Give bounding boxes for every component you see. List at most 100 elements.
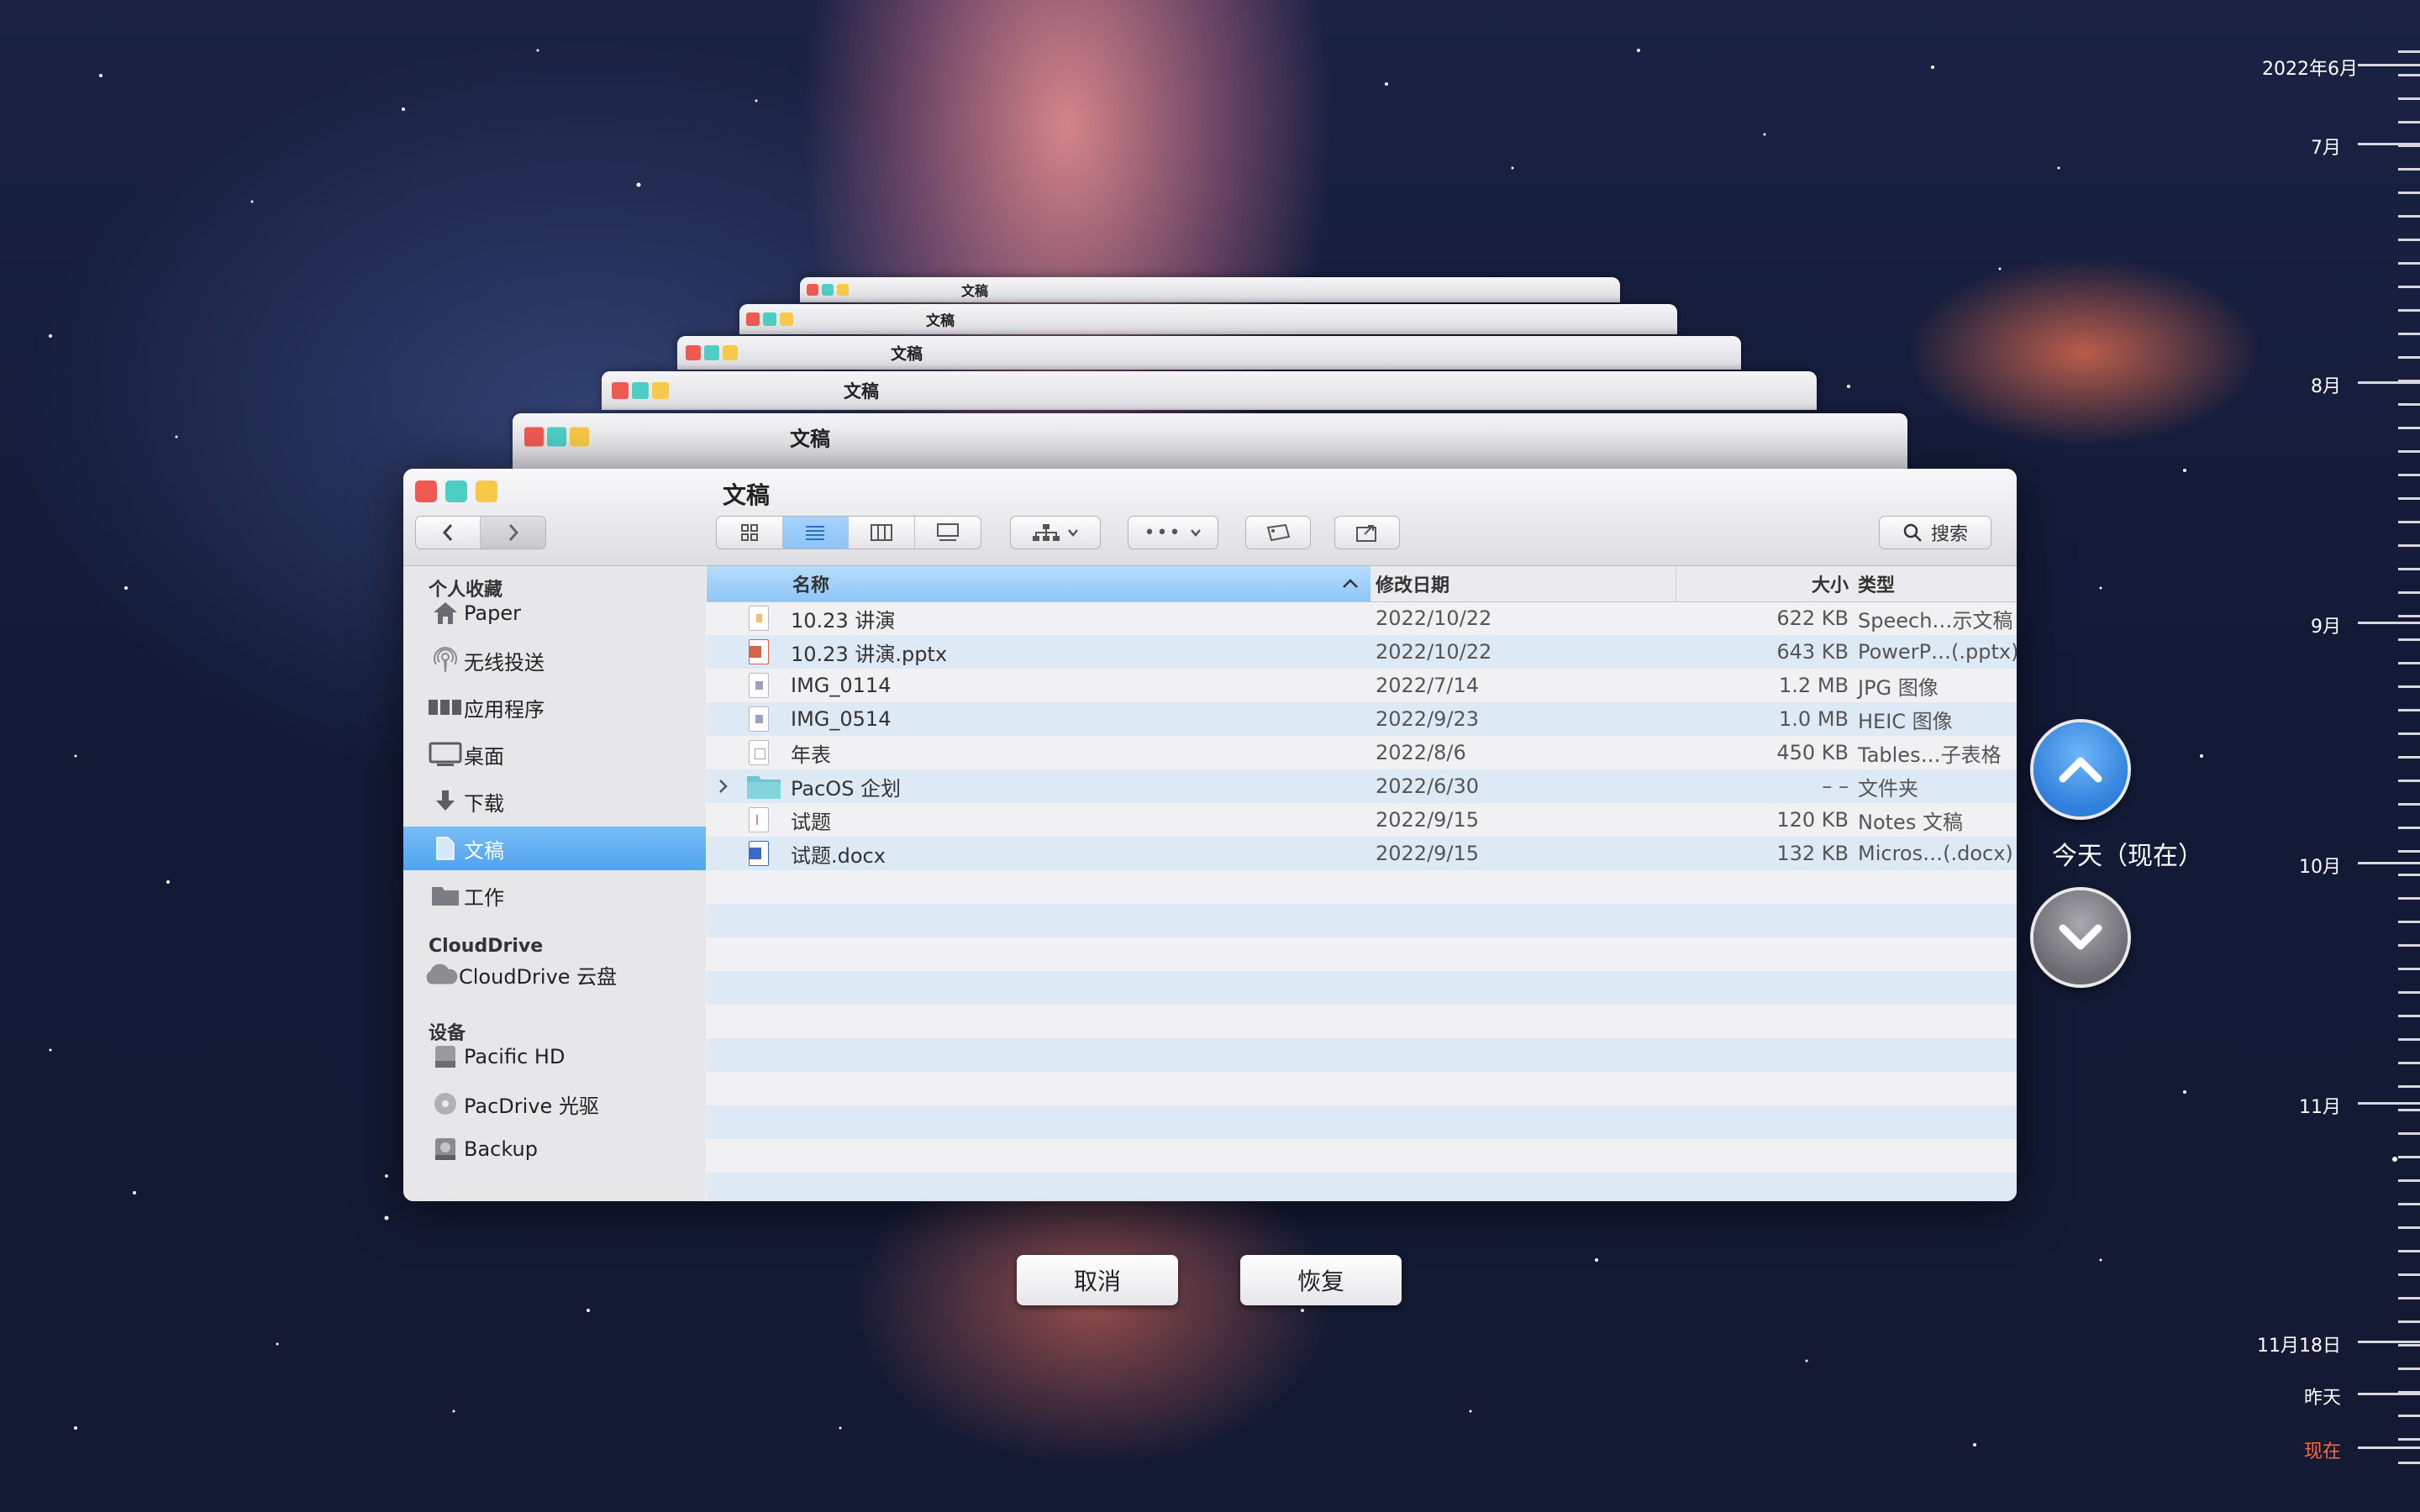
row-stripe — [707, 1105, 2017, 1139]
sidebar-item-label: 应用程序 — [464, 697, 544, 722]
timeline-tick — [2398, 1344, 2420, 1347]
list-view-button[interactable] — [782, 517, 849, 549]
timeline-label[interactable]: 9月 — [2311, 612, 2341, 638]
timeline-label[interactable]: 11月18日 — [2257, 1331, 2341, 1357]
table-row[interactable]: IMG_0514 2022/9/23 1.0 MB HEIC 图像 — [707, 702, 2017, 736]
file-kind: PowerP…(.pptx) — [1858, 640, 2017, 664]
tags-button[interactable] — [1245, 516, 1311, 549]
back-button[interactable] — [416, 517, 481, 549]
file-name: 试题 — [791, 810, 831, 834]
timeline-tick — [2398, 756, 2420, 759]
column-name-label: 名称 — [792, 575, 830, 596]
chevron-down-icon — [1068, 529, 1078, 537]
sidebar-item-downloads[interactable]: 下载 — [403, 780, 706, 823]
sidebar-item-paper[interactable]: Paper — [403, 591, 706, 635]
column-date[interactable]: 修改日期 — [1376, 566, 1676, 601]
table-row[interactable]: 年表 2022/8/6 450 KB Tables…子表格 — [707, 736, 2017, 769]
sidebar-item-applications[interactable]: 应用程序 — [403, 685, 706, 729]
close-button[interactable] — [415, 480, 437, 502]
timeline-tick — [2398, 403, 2420, 406]
timeline-label[interactable]: 10月 — [2299, 852, 2341, 879]
table-row[interactable]: 试题 2022/9/15 120 KB Notes 文稿 — [707, 803, 2017, 837]
file-date: 2022/9/23 — [1376, 707, 1480, 731]
search-button[interactable]: 搜索 — [1879, 516, 1991, 549]
disclosure-triangle[interactable] — [718, 769, 729, 803]
window-title: 文稿 — [723, 481, 771, 509]
timeline-tick — [2398, 850, 2420, 853]
sidebar-item-label: Pacific HD — [464, 1045, 566, 1068]
share-button[interactable] — [1334, 516, 1400, 549]
timeline-label[interactable]: 11月 — [2299, 1092, 2341, 1119]
minimize-button[interactable] — [445, 480, 467, 502]
sidebar-item-backup[interactable]: Backup — [403, 1127, 706, 1171]
restore-button[interactable]: 恢复 — [1240, 1255, 1402, 1305]
file-kind: Speech…示文稿 — [1858, 608, 2013, 633]
sidebar-item-pacdrive[interactable]: PacDrive 光驱 — [403, 1082, 706, 1126]
history-window-3[interactable]: 文稿 — [677, 336, 1741, 370]
gallery-view-button[interactable] — [915, 517, 981, 549]
column-name[interactable]: 名称 — [707, 566, 1370, 601]
file-date: 2022/10/22 — [1376, 606, 1492, 630]
forward-button[interactable] — [481, 517, 545, 549]
timeline-tick — [2398, 1415, 2420, 1417]
sidebar-item-documents[interactable]: 文稿 — [403, 827, 706, 870]
sidebar-item-work[interactable]: 工作 — [403, 874, 706, 917]
timeline-label-now[interactable]: 现在 — [2304, 1436, 2341, 1463]
column-date-label: 修改日期 — [1376, 575, 1450, 596]
timeline-label[interactable]: 8月 — [2311, 371, 2341, 398]
later-button[interactable] — [2033, 890, 2128, 984]
folder-icon — [747, 776, 781, 799]
sidebar-item-pacific-hd[interactable]: Pacific HD — [403, 1035, 706, 1079]
spreadsheet-icon — [749, 740, 769, 765]
timeline-tick — [2398, 192, 2420, 194]
timeline-tick — [2398, 1085, 2420, 1088]
tag-icon — [1266, 523, 1291, 542]
timeline-label[interactable]: 昨天 — [2304, 1383, 2341, 1410]
file-size: 450 KB — [1776, 741, 1849, 764]
group-by-button[interactable] — [1010, 516, 1101, 549]
earlier-button[interactable] — [2033, 722, 2128, 816]
history-window-5[interactable]: 文稿 — [800, 277, 1620, 302]
history-window-4[interactable]: 文稿 — [739, 304, 1677, 334]
timeline-label[interactable]: 7月 — [2311, 133, 2341, 160]
grid-icon — [740, 524, 758, 541]
docx-icon — [749, 841, 769, 866]
file-date: 2022/9/15 — [1376, 808, 1480, 832]
sidebar-item-airdrop[interactable]: 无线投送 — [403, 638, 706, 682]
table-row[interactable]: 10.23 讲演.pptx 2022/10/22 643 KB PowerP…(… — [707, 635, 2017, 669]
finder-window[interactable]: 文稿 ••• 搜索 个人收藏 Paper 无线投送 应用程序 桌面 下载 文稿 … — [403, 469, 2017, 1201]
column-kind[interactable]: 类型 — [1858, 566, 2017, 601]
speech-doc-icon — [749, 606, 769, 631]
sidebar-item-desktop[interactable]: 桌面 — [403, 732, 706, 776]
timeline-tick — [2398, 921, 2420, 923]
sidebar-item-clouddrive[interactable]: CloudDrive 云盘 — [403, 953, 706, 996]
history-window-2[interactable]: 文稿 — [602, 371, 1817, 410]
file-date: 2022/7/14 — [1376, 674, 1480, 697]
icon-view-button[interactable] — [717, 517, 783, 549]
zoom-button[interactable] — [476, 480, 497, 502]
timeline[interactable]: 2022年6月 7月 8月 9月 10月 11月 11月18日 昨天 现在 — [2252, 0, 2420, 1512]
table-row[interactable]: 试题.docx 2022/9/15 132 KB Micros…(.docx) — [707, 837, 2017, 870]
history-window-title: 文稿 — [790, 427, 830, 451]
file-size: 132 KB — [1776, 842, 1849, 865]
timeline-tick — [2398, 591, 2420, 594]
timeline-tick — [2398, 1203, 2420, 1205]
notes-doc-icon — [749, 807, 769, 832]
timeline-tick — [2398, 1015, 2420, 1017]
timeline-major-tick — [2358, 64, 2420, 66]
column-size[interactable]: 大小 — [1677, 566, 1857, 601]
timeline-label[interactable]: 2022年6月 — [2262, 54, 2358, 81]
sidebar-item-label: Backup — [464, 1137, 538, 1161]
cancel-button[interactable]: 取消 — [1017, 1255, 1178, 1305]
table-row[interactable]: PacOS 企划 2022/6/30 – – 文件夹 — [707, 769, 2017, 803]
action-menu-button[interactable]: ••• — [1128, 516, 1218, 549]
history-window-1[interactable]: 文稿 — [513, 413, 1907, 469]
timeline-tick — [2398, 662, 2420, 664]
timeline-tick — [2398, 944, 2420, 947]
timeline-tick — [2398, 685, 2420, 688]
column-view-button[interactable] — [849, 517, 915, 549]
timeline-major-tick — [2358, 1102, 2420, 1105]
table-row[interactable]: 10.23 讲演 2022/10/22 622 KB Speech…示文稿 — [707, 601, 2017, 635]
image-file-icon — [749, 706, 769, 732]
table-row[interactable]: IMG_0114 2022/7/14 1.2 MB JPG 图像 — [707, 669, 2017, 702]
